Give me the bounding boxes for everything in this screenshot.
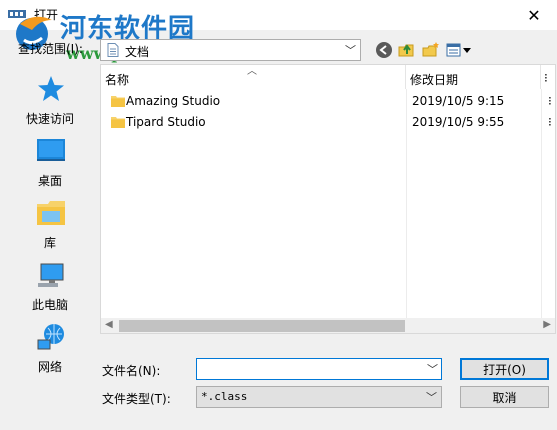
desktop-icon — [37, 139, 65, 161]
file-type-value: *.class — [201, 390, 248, 403]
file-date: 2019/10/5 9:55 — [412, 115, 505, 129]
view-menu-button[interactable] — [446, 40, 472, 60]
open-button[interactable]: 打开(O) — [460, 358, 549, 380]
column-header-label: ⁝ — [544, 71, 548, 85]
place-network[interactable]: 网络 — [0, 320, 100, 380]
file-type-select[interactable]: *.class ﹀ — [196, 386, 442, 408]
document-icon — [107, 43, 119, 57]
star-icon — [38, 76, 64, 101]
network-icon — [37, 324, 64, 350]
view-menu-icon — [446, 43, 471, 57]
places-bar: 快速访问 桌面 库 此电脑 网络 — [0, 64, 100, 374]
file-name: Tipard Studio — [126, 115, 206, 129]
file-extra: ⁝ — [548, 94, 552, 108]
column-header-label: 修改日期 — [410, 73, 459, 87]
column-header-name[interactable]: ︿ 名称 — [101, 65, 406, 89]
cancel-button[interactable]: 取消 — [460, 386, 549, 408]
window-title: 打开 — [34, 8, 59, 22]
back-button[interactable] — [374, 40, 394, 60]
file-list[interactable]: ︿ 名称 修改日期 ⁝ Amazing Studio 2019/10/5 9:1… — [100, 64, 556, 334]
close-button[interactable]: ✕ — [511, 0, 557, 30]
folder-icon — [111, 96, 125, 107]
chevron-down-icon[interactable]: ﹀ — [427, 361, 438, 377]
file-name: Amazing Studio — [126, 94, 221, 108]
java-app-icon — [8, 10, 26, 18]
place-label: 桌面 — [37, 174, 62, 188]
place-label: 网络 — [37, 360, 62, 374]
chevron-down-icon: ﹀ — [345, 44, 356, 57]
new-folder-button[interactable] — [421, 40, 441, 60]
chevron-down-icon: ﹀ — [426, 391, 437, 404]
up-folder-icon — [398, 44, 414, 57]
list-item[interactable]: Amazing Studio 2019/10/5 9:15 ⁝ — [101, 92, 555, 113]
place-label: 此电脑 — [31, 298, 68, 312]
close-icon: ✕ — [527, 5, 541, 25]
look-in-label: 查找范围(I): — [18, 42, 83, 56]
place-label: 快速访问 — [25, 112, 74, 126]
place-desktop[interactable]: 桌面 — [0, 134, 100, 194]
scroll-left-icon[interactable]: ◀ — [105, 319, 113, 330]
file-date: 2019/10/5 9:15 — [412, 94, 505, 108]
place-this-pc[interactable]: 此电脑 — [0, 258, 100, 318]
up-folder-button[interactable] — [397, 40, 417, 60]
computer-icon — [38, 263, 64, 287]
horizontal-scrollbar[interactable]: ◀ ▶ — [101, 318, 555, 333]
folder-icon — [111, 117, 125, 128]
place-library[interactable]: 库 — [0, 196, 100, 256]
file-name-input[interactable] — [196, 358, 442, 380]
file-extra: ⁝ — [548, 115, 552, 129]
look-in-combo[interactable]: 文档 ﹀ — [100, 39, 361, 61]
look-in-value: 文档 — [125, 45, 150, 59]
column-header-extra[interactable]: ⁝ — [541, 65, 555, 89]
scroll-right-icon[interactable]: ▶ — [543, 319, 551, 330]
new-folder-icon — [422, 42, 439, 57]
column-header-label: 名称 — [105, 73, 130, 87]
place-quick-access[interactable]: 快速访问 — [0, 72, 100, 132]
list-item[interactable]: Tipard Studio 2019/10/5 9:55 ⁝ — [101, 113, 555, 134]
title-bar: 打开 ✕ — [0, 0, 557, 30]
sort-ascending-icon: ︿ — [247, 66, 257, 77]
column-header-date[interactable]: 修改日期 — [406, 65, 541, 89]
place-label: 库 — [43, 236, 56, 250]
back-icon — [376, 42, 392, 58]
file-name-label: 文件名(N): — [102, 364, 161, 378]
file-type-label: 文件类型(T): — [102, 392, 171, 406]
scroll-thumb[interactable] — [119, 320, 405, 332]
library-icon — [37, 201, 65, 225]
